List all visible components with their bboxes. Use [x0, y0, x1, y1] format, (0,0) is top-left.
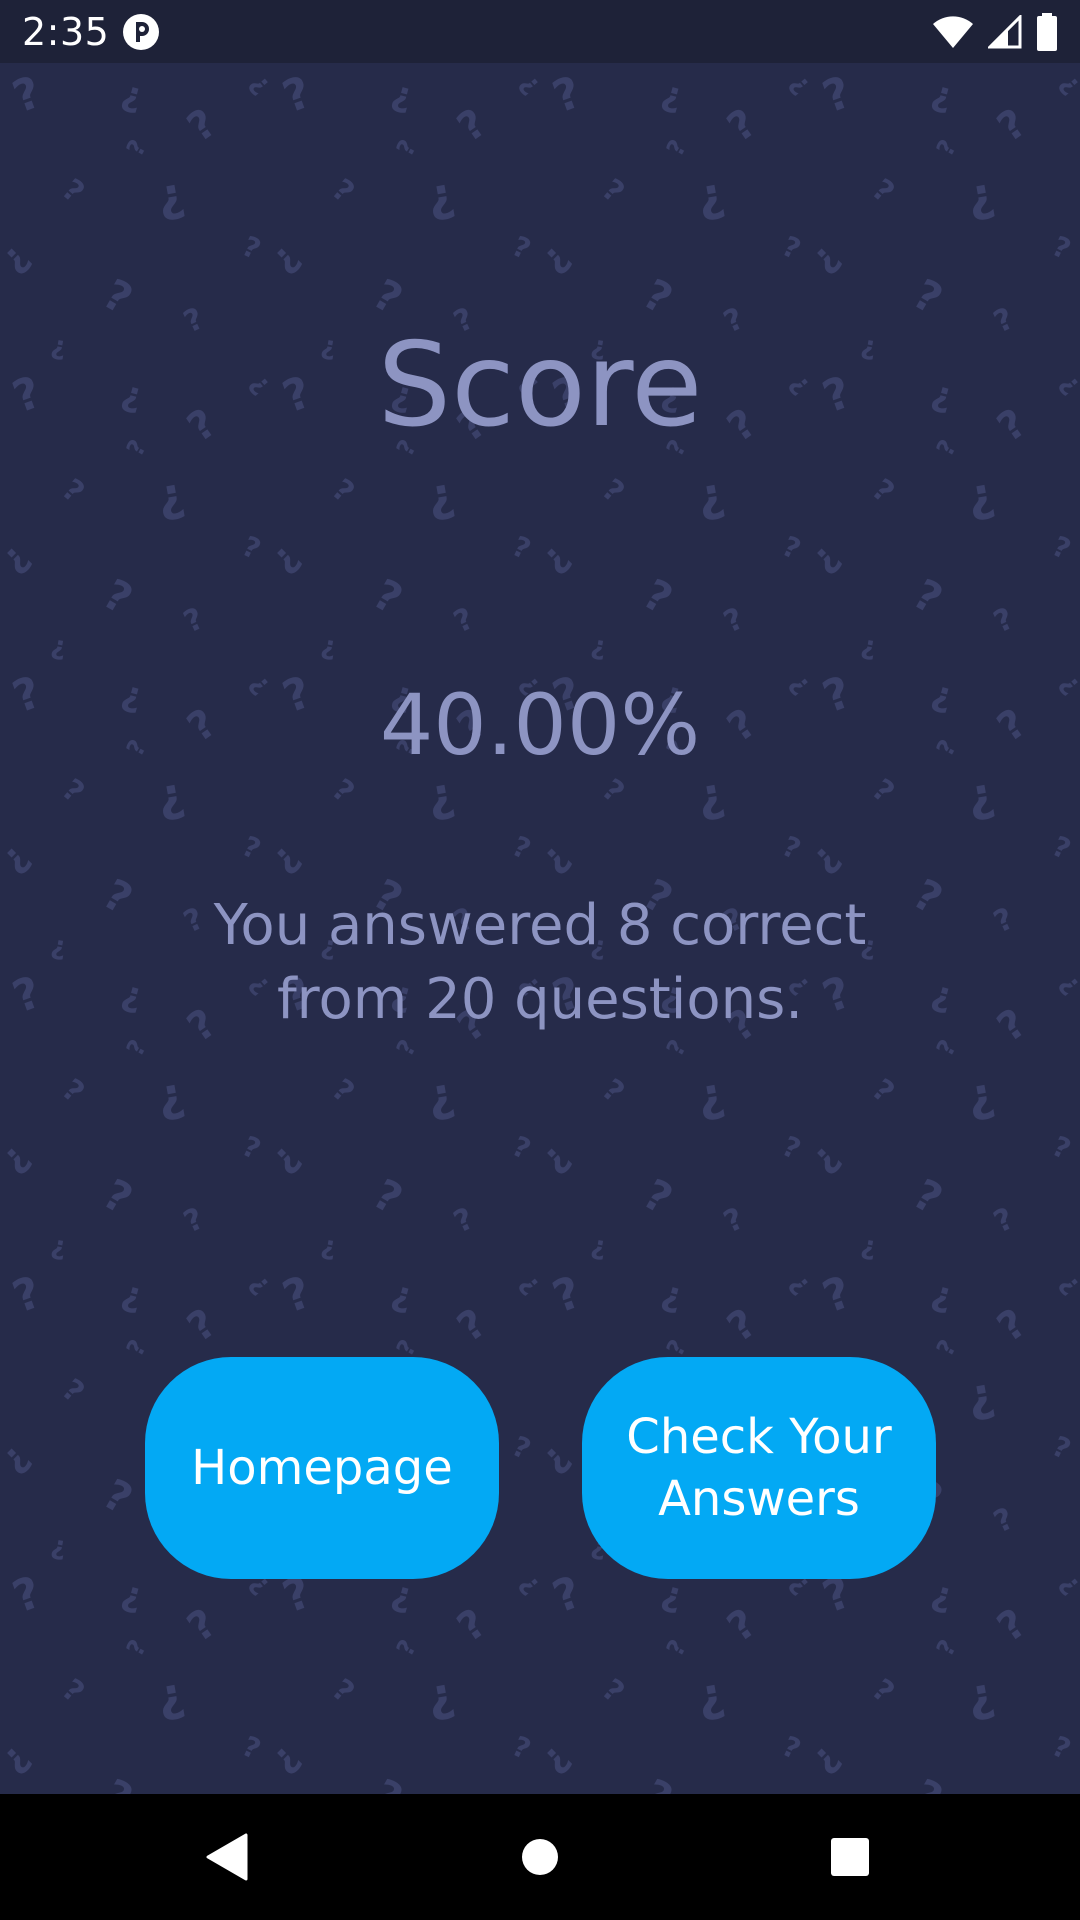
wifi-icon — [933, 16, 973, 48]
score-percent: 40.00% — [379, 676, 701, 774]
battery-icon — [1037, 13, 1057, 51]
check-answers-button[interactable]: Check Your Answers — [582, 1357, 936, 1579]
home-icon — [522, 1839, 558, 1875]
navigation-bar — [0, 1794, 1080, 1920]
status-bar: 2:35 — [0, 0, 1080, 63]
back-icon — [206, 1833, 248, 1881]
status-time: 2:35 — [22, 10, 110, 54]
score-summary: You answered 8 correct from 20 questions… — [213, 893, 867, 1032]
score-title: Score — [377, 318, 703, 453]
recents-button[interactable] — [810, 1822, 890, 1892]
homepage-button[interactable]: Homepage — [145, 1357, 499, 1579]
privacy-app-icon — [123, 14, 159, 50]
score-screen: 2:35 ? — [0, 0, 1080, 1920]
home-button[interactable] — [500, 1822, 580, 1892]
recents-icon — [831, 1838, 869, 1876]
back-button[interactable] — [186, 1822, 266, 1892]
content-area: ? ¿ ? ? ¿ ? ¿ ? ? ¿ ? ¿ — [0, 63, 1080, 1794]
cell-signal-icon — [988, 15, 1022, 49]
status-icons — [932, 12, 1058, 52]
